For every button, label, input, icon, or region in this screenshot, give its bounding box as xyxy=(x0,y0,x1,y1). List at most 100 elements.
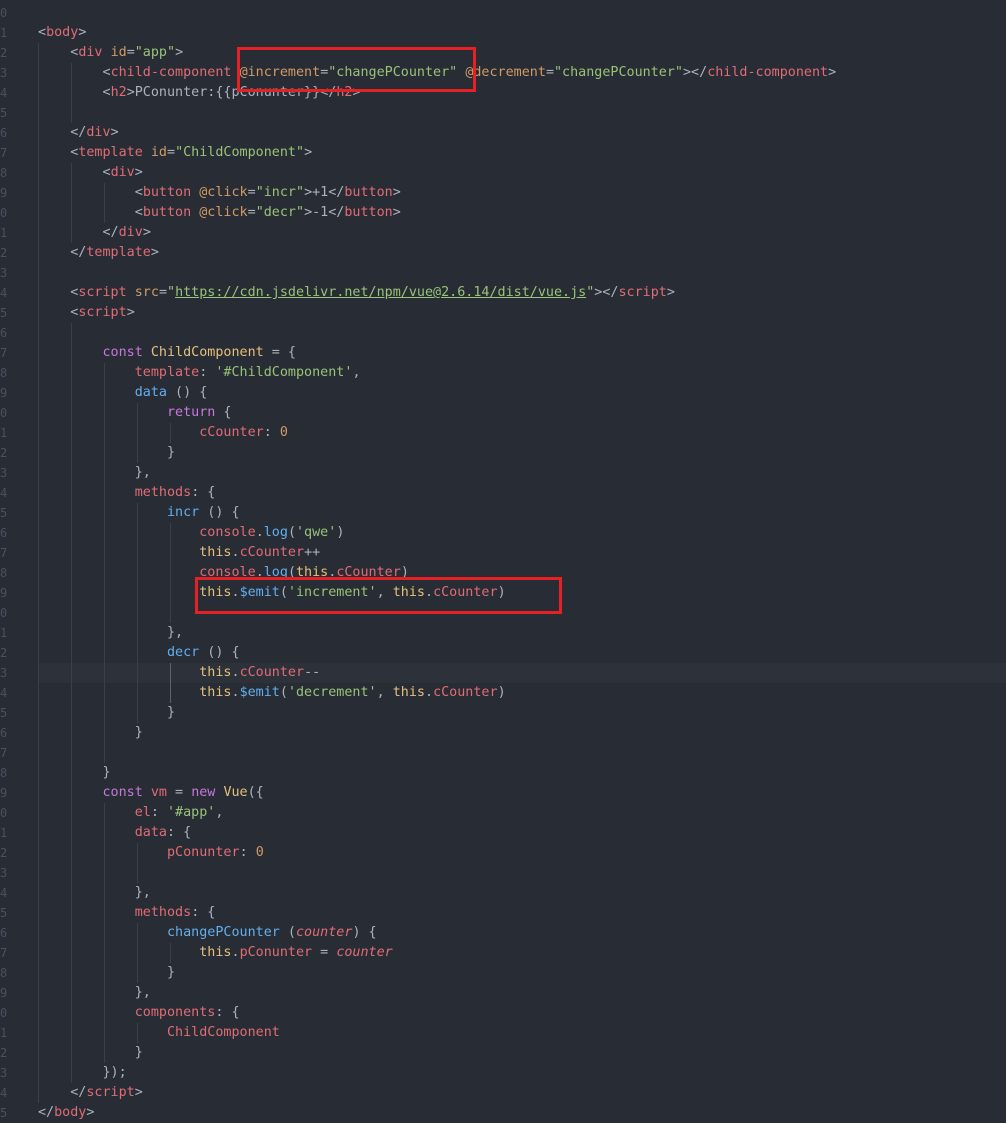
line-number: 2 xyxy=(0,446,8,460)
code-editor[interactable]: 0 1 2 3 4 5 6 7 8 9 0 1 2 3 4 5 6 7 8 9 … xyxy=(0,0,1006,1123)
code-line: methods: { xyxy=(134,485,216,500)
line-number: 0 xyxy=(0,406,8,420)
code-line: this.cCounter++ xyxy=(199,545,321,560)
code-line: }, xyxy=(38,465,151,480)
code-line: data () { xyxy=(134,385,208,400)
code-line: </div> xyxy=(38,225,151,240)
line-number: 5 xyxy=(0,506,8,520)
line-number: 9 xyxy=(0,786,8,800)
line-number: 2 xyxy=(0,246,8,260)
code-line: }); xyxy=(38,1065,127,1080)
code-line: methods: { xyxy=(134,905,216,920)
annotation-box-increment-listener xyxy=(237,47,476,92)
line-number: 2 xyxy=(0,846,8,860)
line-number: 4 xyxy=(0,86,8,100)
code-line: const ChildComponent = { xyxy=(102,345,297,360)
code-line: </body> xyxy=(38,1105,95,1120)
code-line: <button @click="decr">-1</button> xyxy=(38,205,401,220)
line-number: 7 xyxy=(0,546,8,560)
code-line: </div> xyxy=(38,125,119,140)
line-number: 4 xyxy=(0,686,8,700)
line-number: 1 xyxy=(0,626,8,640)
code-line: } xyxy=(38,445,176,460)
code-line: incr () { xyxy=(167,505,240,520)
code-line: console.log('qwe') xyxy=(199,525,345,540)
code-line: </script> xyxy=(38,1085,143,1100)
line-number: 8 xyxy=(0,166,8,180)
code-line: cCounter: 0 xyxy=(199,425,288,440)
code-line: <body> xyxy=(38,25,87,40)
line-number: 2 xyxy=(0,1046,8,1060)
line-number: 0 xyxy=(0,6,8,20)
line-number: 6 xyxy=(0,726,8,740)
line-number: 1 xyxy=(0,426,8,440)
line-number: 1 xyxy=(0,226,8,240)
code-line-current[interactable]: this.cCounter-- xyxy=(38,663,320,683)
code-line: decr () { xyxy=(167,645,240,660)
line-number: 3 xyxy=(0,266,8,280)
line-number: 9 xyxy=(0,586,8,600)
line-number: 2 xyxy=(0,646,8,660)
line-number: 4 xyxy=(0,886,8,900)
line-number: 8 xyxy=(0,366,8,380)
code-line: <div id="app"> xyxy=(38,45,184,60)
line-number: 4 xyxy=(0,486,8,500)
line-number: 7 xyxy=(0,146,8,160)
code-line: <template id="ChildComponent"> xyxy=(38,145,313,160)
code-line: }, xyxy=(38,885,151,900)
code-line: }, xyxy=(38,985,151,1000)
line-number: 6 xyxy=(0,926,8,940)
code-line: <button @click="incr">+1</button> xyxy=(38,185,401,200)
line-number: 0 xyxy=(0,606,8,620)
code-line: const vm = new Vue({ xyxy=(102,785,264,800)
code-line: ChildComponent xyxy=(167,1025,280,1040)
code-line: <script> xyxy=(38,305,135,320)
code-line: components: { xyxy=(134,1005,240,1020)
line-number: 3 xyxy=(0,1066,8,1080)
code-line: } xyxy=(38,705,176,720)
line-number: 1 xyxy=(0,826,8,840)
line-number: 7 xyxy=(0,946,8,960)
line-number: 6 xyxy=(0,526,8,540)
line-number: 5 xyxy=(0,106,8,120)
line-number: 5 xyxy=(0,1106,8,1120)
line-number: 0 xyxy=(0,1006,8,1020)
line-number: 8 xyxy=(0,966,8,980)
line-number: 5 xyxy=(0,906,8,920)
script-src-link[interactable]: https://cdn.jsdelivr.net/npm/vue@2.6.14/… xyxy=(175,285,586,300)
line-number: 5 xyxy=(0,706,8,720)
code-line: this.$emit('decrement', this.cCounter) xyxy=(199,685,506,700)
line-number: 8 xyxy=(0,566,8,580)
line-number: 7 xyxy=(0,746,8,760)
line-number: 6 xyxy=(0,126,8,140)
line-number: 3 xyxy=(0,466,8,480)
code-line: } xyxy=(38,725,143,740)
line-number: 0 xyxy=(0,206,8,220)
line-number: 1 xyxy=(0,1026,8,1040)
line-number: 4 xyxy=(0,1086,8,1100)
line-number: 9 xyxy=(0,986,8,1000)
code-line: } xyxy=(38,1045,143,1060)
line-number: 4 xyxy=(0,286,8,300)
code-line: </template> xyxy=(38,245,159,260)
code-line: } xyxy=(38,765,111,780)
line-number: 3 xyxy=(0,666,8,680)
code-line: changePCounter (counter) { xyxy=(167,925,377,940)
code-line: data: { xyxy=(134,825,192,840)
code-line: el: '#app', xyxy=(134,805,224,820)
line-number: 8 xyxy=(0,766,8,780)
code-line: <div> xyxy=(38,165,143,180)
line-number: 1 xyxy=(0,26,8,40)
line-number: 0 xyxy=(0,806,8,820)
line-number: 5 xyxy=(0,306,8,320)
code-line: <script src="https://cdn.jsdelivr.net/np… xyxy=(38,285,675,300)
line-number: 6 xyxy=(0,326,8,340)
code-line: }, xyxy=(38,625,184,640)
line-number: 3 xyxy=(0,866,8,880)
code-line: pConunter: 0 xyxy=(167,845,264,860)
annotation-box-emit-increment xyxy=(195,577,562,614)
line-number: 7 xyxy=(0,346,8,360)
line-number: 2 xyxy=(0,46,8,60)
code-line: template: '#ChildComponent', xyxy=(134,365,361,380)
line-number: 9 xyxy=(0,186,8,200)
